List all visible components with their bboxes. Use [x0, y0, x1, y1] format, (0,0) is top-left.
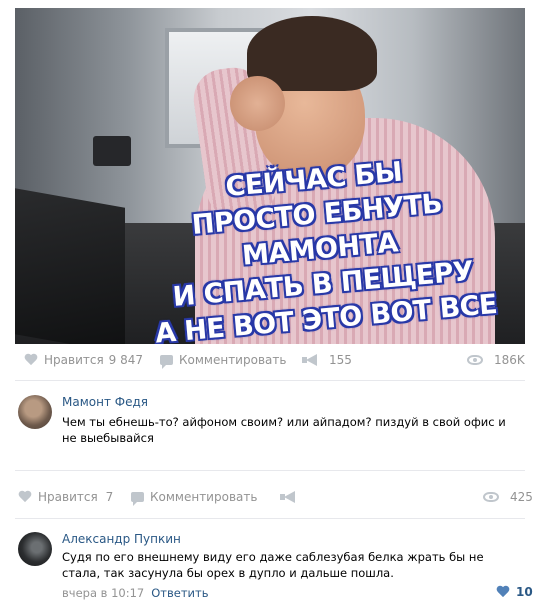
avatar[interactable] [18, 532, 52, 566]
comment-meta: вчера в 10:17 Ответить [62, 586, 209, 600]
avatar[interactable] [18, 395, 52, 429]
eye-icon [483, 492, 499, 502]
comment-author[interactable]: Мамонт Федя [62, 395, 148, 409]
reply-button[interactable]: Ответить [151, 586, 208, 600]
views-counter: 425 [483, 486, 533, 508]
comment-button[interactable]: Комментировать [160, 349, 286, 371]
share-button[interactable]: 155 [302, 349, 352, 371]
heart-icon [496, 586, 510, 598]
comment-label: Комментировать [179, 353, 287, 367]
comment-text: Судя по его внешнему виду его даже сабле… [62, 550, 484, 580]
eye-icon [467, 355, 483, 365]
comment-label: Комментировать [150, 490, 258, 504]
meme-caption: СЕЙЧАС БЫ ПРОСТО ЕБНУТЬ МАМОНТА И СПАТЬ … [128, 146, 512, 344]
comment-icon [160, 355, 173, 369]
divider [15, 518, 525, 519]
monitor [15, 188, 125, 344]
views-count: 186K [494, 353, 525, 367]
views-counter: 186K [467, 349, 525, 371]
comment-like-count: 10 [516, 585, 533, 599]
divider [15, 470, 525, 471]
comment-text: Чем ты ебнешь-то? айфоном своим? или айп… [62, 415, 506, 445]
like-label: Нравится [38, 490, 98, 504]
heart-icon [24, 354, 38, 366]
like-button[interactable]: Нравится 9 847 [24, 349, 143, 371]
like-count: 7 [105, 490, 114, 504]
share-count: 155 [329, 353, 352, 367]
post-image[interactable]: СЕЙЧАС БЫ ПРОСТО ЕБНУТЬ МАМОНТА И СПАТЬ … [15, 8, 525, 344]
share-button[interactable] [280, 486, 302, 508]
comment-time: вчера в 10:17 [62, 586, 145, 600]
megaphone-icon [302, 354, 318, 366]
like-label: Нравится [44, 353, 104, 367]
comment-icon [131, 492, 144, 506]
desk-phone [93, 136, 131, 166]
views-count: 425 [510, 490, 533, 504]
comment-item: Мамонт Федя Чем ты ебнешь-то? айфоном св… [18, 395, 518, 450]
megaphone-icon [280, 491, 296, 503]
comment-item: Александр Пупкин Судя по его внешнему ви… [18, 532, 533, 604]
like-count: 9 847 [108, 353, 144, 367]
comment-author[interactable]: Александр Пупкин [62, 532, 181, 546]
person-hand [230, 76, 285, 131]
heart-icon [18, 491, 32, 503]
divider [15, 380, 525, 381]
like-button[interactable]: Нравится 7 [18, 486, 113, 508]
comment-action-bar: Нравится 7 Комментировать 425 [18, 486, 533, 508]
comment-button[interactable]: Комментировать [131, 486, 257, 508]
post-action-bar: Нравится 9 847 Комментировать 155 186K [22, 349, 525, 371]
comment-like-button[interactable]: 10 [496, 585, 533, 599]
